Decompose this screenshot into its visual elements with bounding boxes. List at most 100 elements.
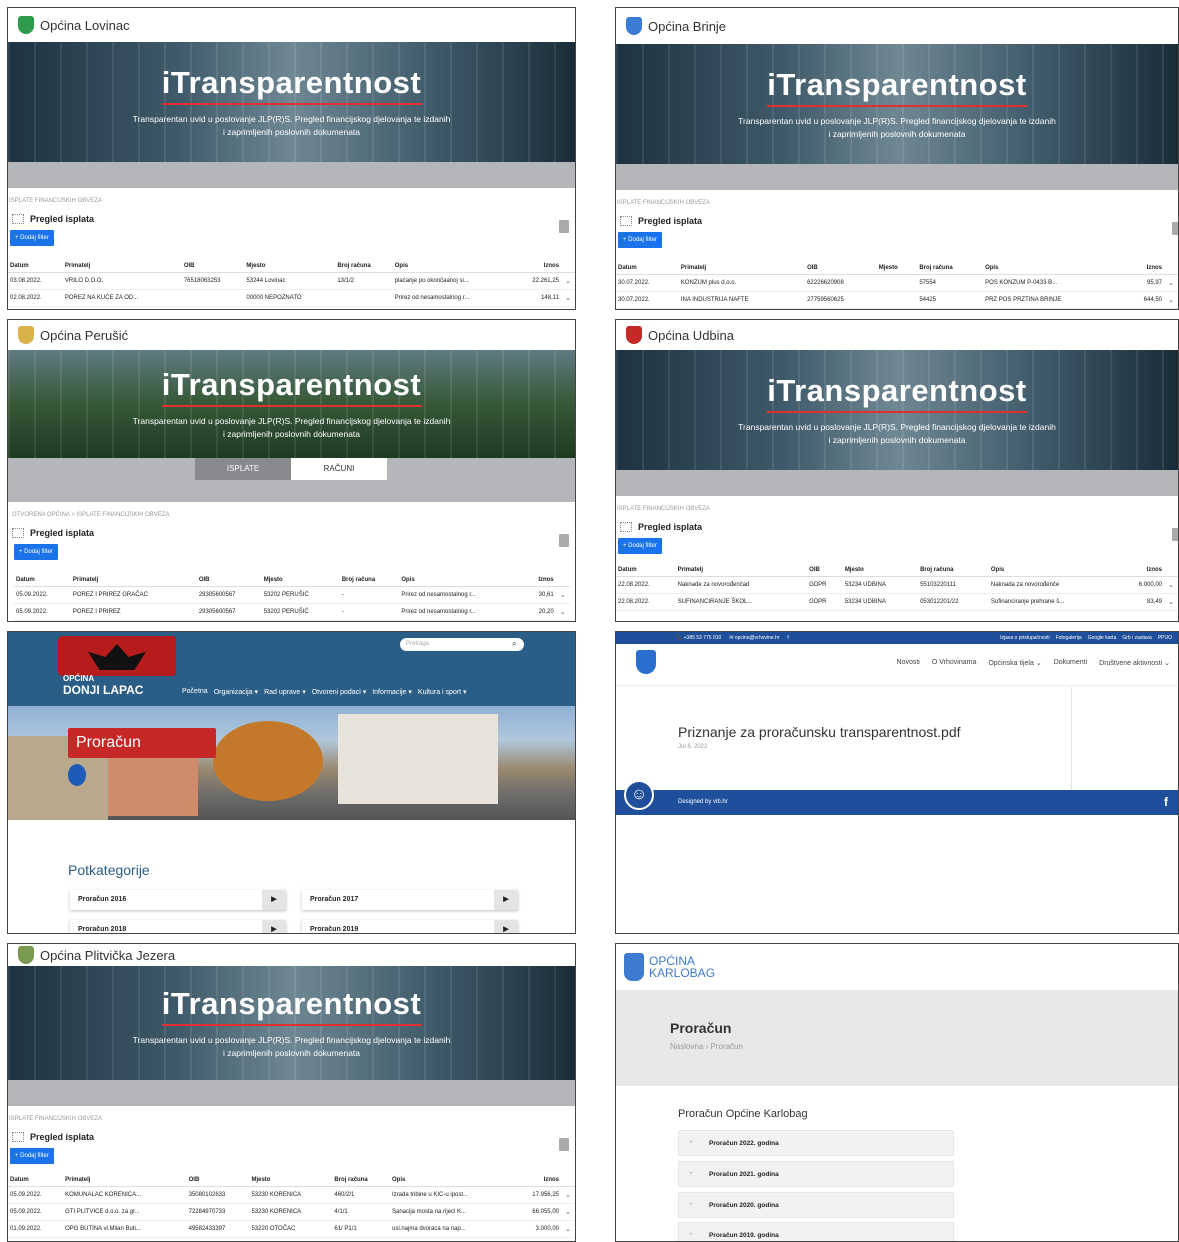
- chevron-down-icon[interactable]: ⌄: [561, 1186, 575, 1204]
- table-row[interactable]: 22.08.2022. SUFINANCIRANJE ŠKOL... GDPR 532…: [616, 593, 1178, 611]
- search-input[interactable]: Pretraga: [400, 638, 524, 651]
- accordion-item[interactable]: + Proračun 2020. godina: [678, 1192, 954, 1218]
- accessibility-icon[interactable]: ☺: [624, 780, 654, 810]
- table-row[interactable]: 01.09.2022. OPG BUTINA vl.Milan Buti... 49…: [8, 1220, 575, 1238]
- chevron-down-icon[interactable]: ⌄: [561, 272, 575, 290]
- payments-table: Datum Primatelj OIB Mjesto Broj računa Opis Iz…: [616, 564, 1178, 611]
- nav-item[interactable]: Otvoreni podaci ▾: [312, 688, 367, 696]
- document-title[interactable]: Priznanje za proračunsku transparentnost…: [678, 724, 1178, 740]
- subcategory-link[interactable]: Proračun 2018 ▶: [70, 920, 286, 933]
- accordion-item[interactable]: + Proračun 2021. godina: [678, 1161, 954, 1187]
- table-row[interactable]: 03.08.2022. VRILO D.O.O. 76518063253 53244 …: [8, 272, 575, 290]
- main-nav: Novosti O Vrhovinama Općinska tijela ⌄ Doku…: [616, 644, 1178, 686]
- top-bar: 📞 +385 53 775 010 ✉ opcina@vrhovine.hr f I…: [616, 632, 1178, 644]
- breadcrumb[interactable]: ISPLATE FINANCIJSKIH OBVEZA: [9, 198, 575, 204]
- breadcrumb[interactable]: ISPLATE FINANCIJSKIH OBVEZA: [617, 200, 1178, 206]
- top-link[interactable]: Fotogalerija: [1056, 635, 1082, 641]
- facebook-icon[interactable]: f: [787, 635, 788, 641]
- facebook-icon[interactable]: f: [1164, 795, 1168, 809]
- karlobag-crest-icon[interactable]: [624, 953, 644, 981]
- export-icon[interactable]: [1172, 528, 1178, 541]
- nav-item[interactable]: Društvene aktivnosti ⌄: [1099, 659, 1170, 667]
- payments-icon: [620, 216, 632, 226]
- payments-icon: [12, 1132, 24, 1142]
- payments-icon: [12, 528, 24, 538]
- search-icon[interactable]: ⌕: [512, 639, 516, 649]
- chevron-down-icon[interactable]: ⌄: [555, 603, 570, 621]
- table-row[interactable]: 02.08.2022. POREZ NA KUĆE ZA OD... 00000 N…: [8, 289, 575, 307]
- top-link[interactable]: PPUO: [1158, 635, 1172, 641]
- municipality-name: Općina Udbina: [648, 327, 734, 343]
- email-link[interactable]: ✉ opcina@vrhovine.hr: [729, 635, 779, 641]
- table-row[interactable]: 22.08.2022. Naknade za novorođenčad GDPR 53…: [616, 576, 1178, 594]
- nav-item[interactable]: Dokumenti: [1054, 659, 1087, 667]
- breadcrumb[interactable]: Naslovna › Proračun: [670, 1042, 1178, 1051]
- add-filter-button[interactable]: + Dodaj filter: [14, 544, 58, 560]
- banner: iTransparentnost Transparentan uvid u pos…: [8, 350, 575, 458]
- add-filter-button[interactable]: + Dodaj filter: [618, 538, 662, 554]
- add-filter-button[interactable]: + Dodaj filter: [618, 232, 662, 248]
- tab-racuni[interactable]: RAČUNI: [291, 458, 387, 480]
- subcategory-link[interactable]: Proračun 2019 ▶: [302, 920, 518, 933]
- tab-isplate[interactable]: ISPLATE: [195, 458, 291, 480]
- page-title: Proračun: [68, 728, 216, 758]
- nav-item[interactable]: Novosti: [897, 659, 920, 667]
- accordion-item[interactable]: + Proračun 2022. godina: [678, 1130, 954, 1156]
- export-icon[interactable]: [1172, 222, 1178, 235]
- payments-table: Datum Primatelj OIB Mjesto Broj računa Opis Iz…: [616, 262, 1178, 309]
- site-header: OPĆINA DONJI LAPAC Pretraga ⌕ Početna Orga…: [8, 632, 575, 706]
- table-row[interactable]: 05.09.2022. POREZ I PRIREZ GRAČAC 29305600…: [14, 586, 570, 604]
- panel-donji-lapac: OPĆINA DONJI LAPAC Pretraga ⌕ Početna Orga…: [7, 631, 576, 934]
- subcategories-title: Potkategorije: [68, 862, 150, 878]
- top-link[interactable]: Google karta: [1088, 635, 1117, 641]
- export-icon[interactable]: [559, 220, 569, 233]
- table-row[interactable]: 05.09.2022. POREZ I PRIREZ 29305600567 5320…: [14, 603, 570, 621]
- nav-item[interactable]: Općinska tijela ⌄: [988, 659, 1041, 667]
- play-icon: ▶: [494, 890, 518, 910]
- chevron-down-icon[interactable]: ⌄: [1164, 593, 1178, 611]
- accordion-item[interactable]: + Proračun 2019. godina: [678, 1222, 954, 1241]
- chevron-down-icon[interactable]: ⌄: [1164, 291, 1178, 309]
- nav-item[interactable]: O Vrhovinama: [932, 659, 976, 667]
- site-header: Općina Lovinac: [8, 8, 575, 42]
- nav-item[interactable]: Organizacija ▾: [214, 688, 258, 696]
- page-title: Proračun: [670, 1020, 732, 1036]
- chevron-down-icon[interactable]: ⌄: [561, 1220, 575, 1238]
- vrhovine-crest-icon[interactable]: [636, 650, 656, 674]
- site-logo[interactable]: OPĆINA KARLOBAG: [649, 955, 715, 979]
- chevron-down-icon[interactable]: ⌄: [561, 289, 575, 307]
- road-sign-icon: [68, 764, 86, 786]
- breadcrumb[interactable]: ISPLATE FINANCIJSKIH OBVEZA: [9, 1116, 575, 1122]
- export-icon[interactable]: [559, 534, 569, 547]
- nav-item[interactable]: Kultura i sport ▾: [418, 688, 467, 696]
- phone-link[interactable]: 📞 +385 53 775 010: [676, 635, 721, 641]
- nav-item[interactable]: Informacije ▾: [372, 688, 412, 696]
- table-row[interactable]: 05.09.2022. KOMUNALAC KORENICA... 35080102…: [8, 1186, 575, 1204]
- subcategory-link[interactable]: Proračun 2017 ▶: [302, 890, 518, 910]
- export-icon[interactable]: [559, 1138, 569, 1151]
- chevron-down-icon[interactable]: ⌄: [561, 1203, 575, 1221]
- nav-item[interactable]: Rad uprave ▾: [264, 688, 306, 696]
- chevron-down-icon[interactable]: ⌄: [555, 586, 570, 604]
- panel-karlobag: OPĆINA KARLOBAG Proračun Naslovna › Prora…: [615, 943, 1179, 1242]
- table-row[interactable]: 30.07.2022. INA INDUSTRIJA NAFTE 277595606…: [616, 291, 1178, 309]
- add-filter-button[interactable]: + Dodaj filter: [10, 230, 54, 246]
- top-link[interactable]: Grb i zastava: [1122, 635, 1151, 641]
- chevron-down-icon[interactable]: ⌄: [1164, 274, 1178, 292]
- breadcrumb[interactable]: OTVORENA OPĆINA > ISPLATE FINANCIJSKIH O…: [12, 512, 575, 518]
- plus-icon: +: [689, 1201, 693, 1208]
- table-row[interactable]: 30.07.2022. KONZUM plus d.o.o. 62226620908…: [616, 274, 1178, 292]
- table-row[interactable]: 05.09.2022. GTI PLITVICE d.o.o. za gr... 7…: [8, 1203, 575, 1221]
- top-link[interactable]: Izjava o pristupačnosti: [1000, 635, 1049, 641]
- breadcrumb[interactable]: ISPLATE FINANCIJSKIH OBVEZA: [617, 506, 1178, 512]
- municipality-name: Općina Brinje: [648, 18, 727, 34]
- nav-item[interactable]: Početna: [182, 688, 208, 696]
- eagle-crest-icon: [58, 636, 176, 676]
- footer-credit[interactable]: Designed by vib.hr: [678, 799, 728, 805]
- add-filter-button[interactable]: + Dodaj filter: [10, 1148, 54, 1164]
- chevron-down-icon[interactable]: ⌄: [1164, 576, 1178, 594]
- page-header: Proračun Naslovna › Proračun: [616, 990, 1178, 1086]
- subcategory-link[interactable]: Proračun 2016 ▶: [70, 890, 286, 910]
- banner: iTransparentnost Transparentan uvid u pos…: [8, 42, 575, 162]
- site-logo[interactable]: OPĆINA DONJI LAPAC: [63, 674, 143, 697]
